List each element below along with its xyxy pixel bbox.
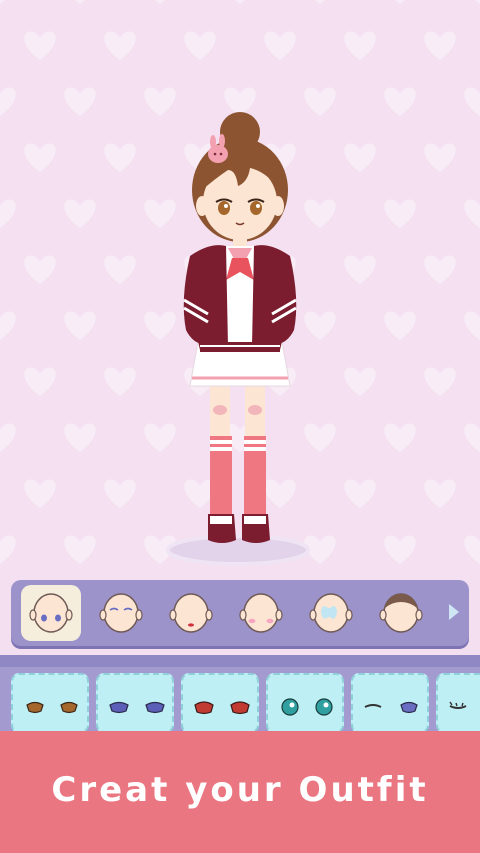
heart-shape <box>64 87 96 116</box>
scroll-right-arrow-icon[interactable] <box>449 604 459 620</box>
heart-shape <box>344 31 376 60</box>
heart-shape <box>424 255 456 284</box>
eye-option-red[interactable] <box>181 673 259 733</box>
bandage-category-icon <box>309 593 353 633</box>
heart-shape <box>64 311 96 340</box>
heart-shape <box>315 0 325 4</box>
category-face-base[interactable] <box>21 585 81 641</box>
heart-shape <box>184 31 216 60</box>
brown-eyes-icon <box>26 701 78 714</box>
character-shadow <box>166 534 310 566</box>
heart-shape <box>384 423 416 452</box>
mouth-category-icon <box>169 593 213 633</box>
heart-shape <box>424 143 456 172</box>
heart-shape <box>384 311 416 340</box>
heart-shape <box>0 311 16 340</box>
heart-shape <box>104 255 136 284</box>
tray-divider <box>0 655 480 667</box>
blue-eyes-icon <box>109 701 165 714</box>
heart-shape <box>0 0 5 4</box>
heart-shape <box>464 423 480 452</box>
blush-category-icon <box>239 593 283 633</box>
heart-shape <box>0 87 16 116</box>
category-mouth[interactable] <box>161 585 221 641</box>
heart-shape <box>64 535 96 564</box>
heart-shape <box>104 479 136 508</box>
heart-shape <box>0 423 16 452</box>
heart-shape <box>24 31 56 60</box>
heart-shape <box>424 479 456 508</box>
heart-shape <box>155 0 165 4</box>
category-hair[interactable] <box>371 585 431 641</box>
heart-shape <box>384 87 416 116</box>
heart-shape <box>0 199 16 228</box>
wink-eyes-icon <box>364 701 418 714</box>
banner-title: Creat your Outfit <box>51 770 429 810</box>
heart-shape <box>384 199 416 228</box>
heart-shape <box>264 31 296 60</box>
left-eye <box>218 201 230 215</box>
heart-shape <box>64 423 96 452</box>
face-base-icon <box>29 593 73 633</box>
hair-category-icon <box>379 593 423 633</box>
promo-banner: Creat your Outfit <box>0 731 480 853</box>
teal-crying-eyes-icon <box>281 698 333 716</box>
heart-shape <box>24 143 56 172</box>
heart-shape <box>475 0 480 4</box>
heart-shape <box>24 255 56 284</box>
right-eye <box>250 201 262 215</box>
category-accessory[interactable] <box>301 585 361 641</box>
heart-shape <box>75 0 85 4</box>
eye-option-teal-crying[interactable] <box>266 673 344 733</box>
category-selector-bar <box>11 580 469 646</box>
heart-shape <box>424 31 456 60</box>
red-eyes-icon <box>194 701 250 715</box>
heart-shape <box>384 535 416 564</box>
heart-shape <box>344 143 376 172</box>
heart-shape <box>464 311 480 340</box>
heart-shape <box>395 0 405 4</box>
category-eyes[interactable] <box>91 585 151 641</box>
eye-option-wink[interactable] <box>351 673 429 733</box>
eye-option-brown[interactable] <box>11 673 89 733</box>
heart-shape <box>0 535 16 564</box>
category-blush[interactable] <box>231 585 291 641</box>
heart-shape <box>24 367 56 396</box>
heart-shape <box>64 199 96 228</box>
heart-shape <box>344 367 376 396</box>
heart-shape <box>235 0 245 4</box>
heart-shape <box>344 479 376 508</box>
eye-option-blue[interactable] <box>96 673 174 733</box>
heart-shape <box>24 479 56 508</box>
heart-shape <box>464 199 480 228</box>
heart-shape <box>464 535 480 564</box>
heart-shape <box>344 255 376 284</box>
heart-shape <box>424 367 456 396</box>
character-avatar <box>166 112 310 566</box>
eye-option-closed[interactable] <box>436 673 480 733</box>
heart-shape <box>104 367 136 396</box>
heart-shape <box>104 143 136 172</box>
eyes-category-icon <box>99 593 143 633</box>
heart-shape <box>464 87 480 116</box>
closed-eyes-icon <box>449 701 467 709</box>
dress-up-stage <box>0 0 480 580</box>
heart-shape <box>104 31 136 60</box>
